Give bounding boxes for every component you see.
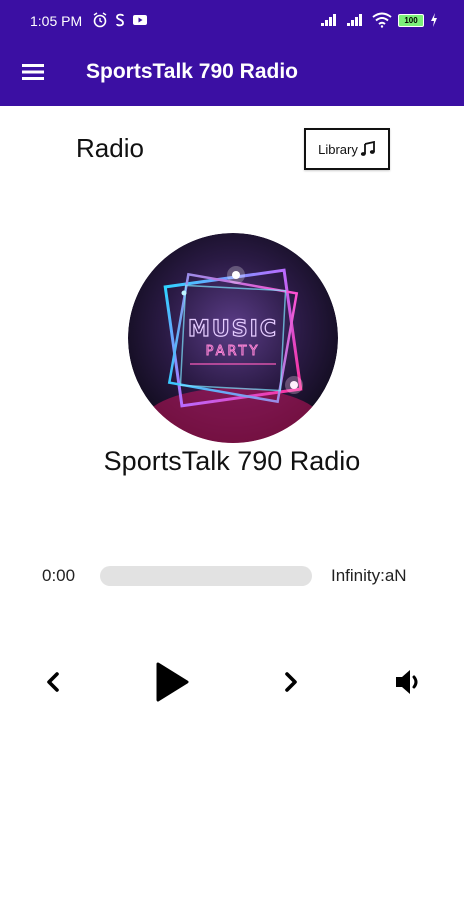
status-bar: 1:05 PM 100 [0, 0, 464, 40]
app-bar: SportsTalk 790 Radio [0, 40, 464, 106]
wifi-icon [372, 12, 392, 28]
hamburger-menu-icon [22, 64, 44, 80]
previous-button[interactable] [36, 664, 70, 700]
status-notification-icons [92, 12, 148, 28]
library-button[interactable]: Library [304, 128, 390, 170]
page-title: Radio [76, 133, 144, 163]
signal-icon-2 [347, 14, 362, 26]
play-button[interactable] [148, 656, 196, 708]
chevron-left-icon [47, 672, 59, 692]
sync-icon [116, 13, 124, 27]
volume-icon [396, 670, 418, 694]
status-time: 1:05 PM [30, 13, 83, 29]
station-name: SportsTalk 790 Radio [103, 446, 361, 476]
signal-icon [321, 14, 336, 26]
app-title: SportsTalk 790 Radio [86, 60, 299, 83]
volume-button[interactable] [390, 662, 428, 702]
next-button[interactable] [274, 664, 308, 700]
charging-icon [431, 13, 437, 27]
play-icon [156, 662, 189, 702]
progress-bar[interactable] [100, 566, 312, 586]
chevron-right-icon [285, 672, 297, 692]
total-time: Infinity:aN [331, 566, 407, 585]
alarm-icon [93, 12, 107, 28]
youtube-icon [133, 15, 147, 25]
battery-icon: 100 [398, 13, 424, 27]
artwork-title: MUSIC [188, 317, 278, 342]
artwork-subtitle: PARTY [206, 344, 261, 359]
battery-level: 100 [404, 15, 418, 25]
music-note-icon [360, 141, 375, 156]
station-artwork: MUSIC PARTY [128, 233, 338, 443]
library-button-label: Library [318, 141, 358, 157]
menu-button[interactable] [20, 60, 46, 84]
current-time: 0:00 [42, 566, 76, 585]
status-system-icons: 100 [320, 12, 438, 28]
